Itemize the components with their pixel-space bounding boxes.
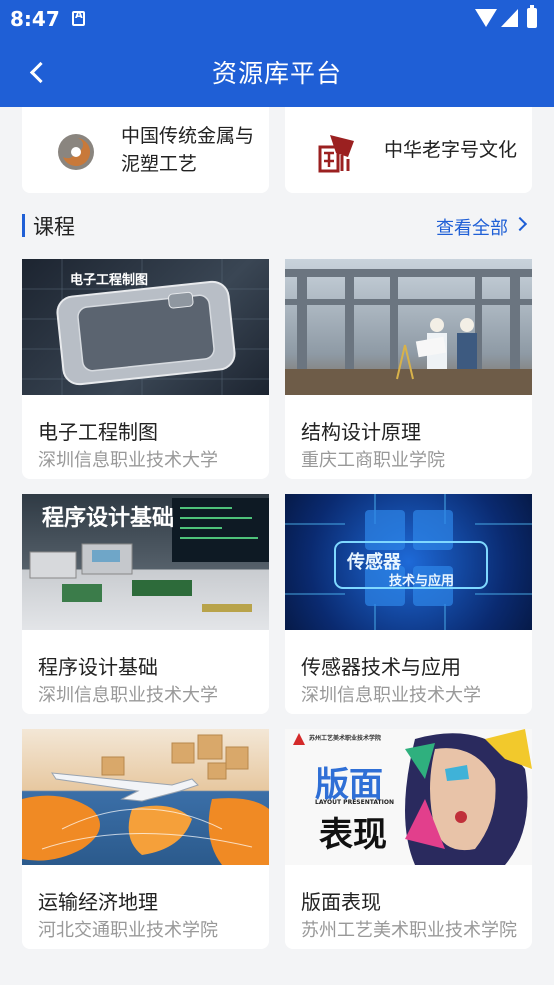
course-thumbnail [285,259,532,395]
course-school: 河北交通职业技术学院 [38,920,218,941]
course-thumbnail: 苏州工艺美术职业技术学院 版面 LAYOUT PRESENTATION 表现 [285,729,532,865]
course-title: 结构设计原理 [301,420,421,444]
construction-site-illustration [285,269,532,395]
course-thumbnail: 电子工程制图 [22,259,269,395]
category-name: 中国传统金属与泥塑工艺 [121,125,255,175]
course-card-layout-presentation[interactable]: 苏州工艺美术职业技术学院 版面 LAYOUT PRESENTATION 表现 版… [285,729,532,949]
thumbnail-caption: 程序设计基础 [42,506,175,531]
time-honored-brand-logo-icon [318,135,354,173]
status-time: 8:47 [10,7,60,31]
page-title: 资源库平台 [211,59,342,88]
chevron-right-icon[interactable] [512,216,528,232]
course-title: 程序设计基础 [38,655,158,679]
thumbnail-school-caption: 苏州工艺美术职业技术学院 [309,735,382,742]
sensor-chip-illustration [285,494,532,630]
category-card-metal-craft[interactable]: 中国传统金属与泥塑工艺 [22,107,269,193]
category-name: 中华老字号文化 [384,139,518,161]
course-school: 深圳信息职业技术大学 [38,450,218,471]
thumbnail-subcaption: 技术与应用 [389,574,455,589]
course-card-programming-basics[interactable]: 程序设计基础 程序设计基础 深圳信息职业技术大学 [22,494,269,714]
course-school: 深圳信息职业技术大学 [301,685,481,706]
status-bar: 8:47 [0,0,554,36]
course-card-transport-geography[interactable]: 运输经济地理 河北交通职业技术学院 [22,729,269,949]
wifi-icon [475,9,497,27]
course-school: 重庆工商职业学院 [301,450,445,471]
sim-card-icon [72,10,85,26]
course-thumbnail: 程序设计基础 [22,494,269,630]
course-thumbnail [22,729,269,865]
world-map-airplane-illustration [22,734,269,865]
thumbnail-caption: 电子工程制图 [70,273,149,288]
course-title: 电子工程制图 [38,420,158,444]
view-all-link[interactable]: 查看全部 [436,214,508,240]
battery-icon [527,5,537,28]
section-title-courses: 课程 [33,215,75,239]
course-title: 运输经济地理 [38,890,158,914]
course-title: 版面表现 [301,890,381,914]
metal-craft-logo-icon [58,134,94,170]
course-card-structural-design[interactable]: 结构设计原理 重庆工商职业学院 [285,259,532,479]
course-school: 深圳信息职业技术大学 [38,685,218,706]
course-card-sensor-technology[interactable]: 传感器 技术与应用 传感器技术与应用 深圳信息职业技术大学 [285,494,532,714]
course-school: 苏州工艺美术职业技术学院 [301,920,517,941]
course-title: 传感器技术与应用 [301,655,461,679]
course-thumbnail: 传感器 技术与应用 [285,494,532,630]
section-accent-bar [22,214,25,237]
cell-signal-icon [501,9,518,27]
course-card-electronic-drawing[interactable]: 电子工程制图 电子工程制图 深圳信息职业技术大学 [22,259,269,479]
thumbnail-subcaption: 表现 [319,815,387,855]
thumbnail-english-caption: LAYOUT PRESENTATION [315,799,394,806]
app-header: 8:47 资源库平台 [0,0,554,107]
category-card-time-honored-brand[interactable]: 中华老字号文化 [285,107,532,193]
